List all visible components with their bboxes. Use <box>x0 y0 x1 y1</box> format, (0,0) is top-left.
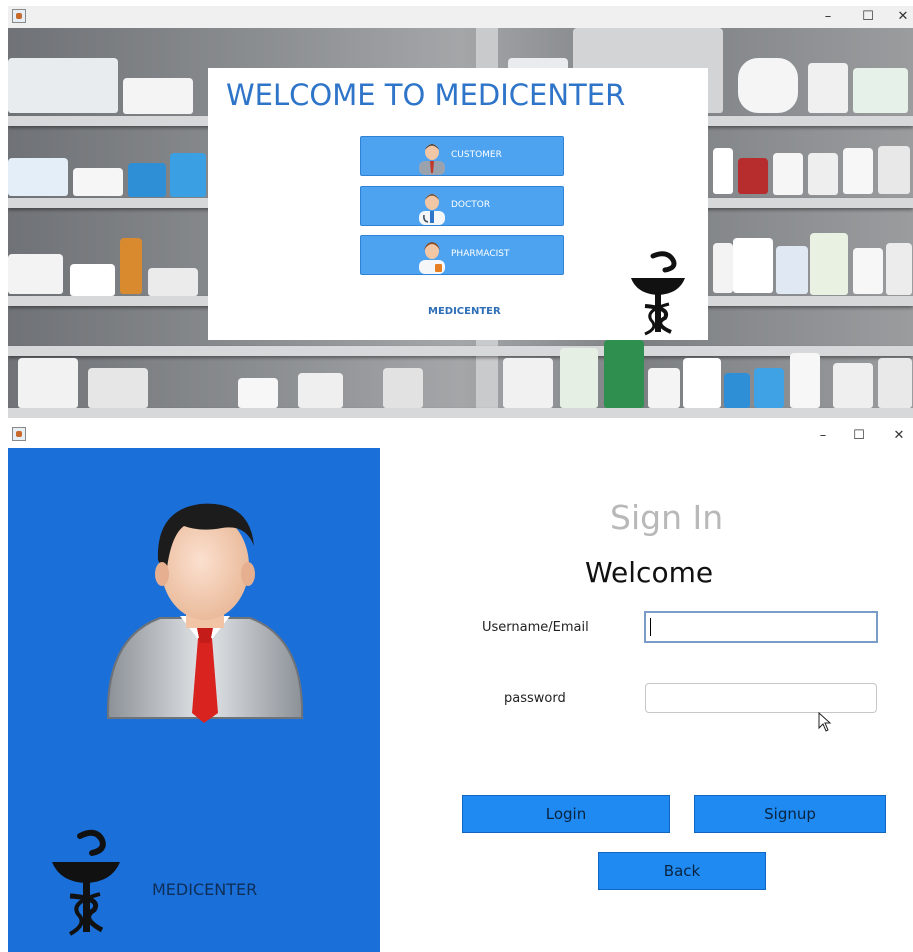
minimize-button[interactable]: – <box>813 7 843 27</box>
pharmacist-avatar-icon <box>419 242 445 274</box>
maximize-button[interactable]: ☐ <box>844 426 874 446</box>
text-caret <box>650 618 651 636</box>
pharmacy-background-image: WELCOME TO MEDICENTER CUSTOMER DOCTOR PH… <box>8 28 913 418</box>
close-button[interactable]: ✕ <box>884 426 913 446</box>
doctor-avatar-icon <box>419 194 445 225</box>
maximize-button[interactable]: ☐ <box>853 7 883 27</box>
welcome-title: WELCOME TO MEDICENTER <box>226 78 626 112</box>
doctor-label: DOCTOR <box>451 200 491 210</box>
java-app-icon <box>12 427 26 441</box>
java-app-icon <box>12 9 26 23</box>
title-bar: – ☐ ✕ <box>8 424 913 448</box>
doctor-button[interactable]: DOCTOR <box>360 186 564 226</box>
pharmacist-button[interactable]: PHARMACIST <box>360 235 564 275</box>
customer-label: CUSTOMER <box>451 150 502 160</box>
mouse-pointer-icon <box>818 712 832 732</box>
customer-button[interactable]: CUSTOMER <box>360 136 564 176</box>
signup-button[interactable]: Signup <box>694 795 886 833</box>
login-button[interactable]: Login <box>462 795 670 833</box>
brand-label: MEDICENTER <box>428 306 501 317</box>
bowl-of-hygieia-icon <box>52 829 120 936</box>
signin-title: Sign In <box>610 498 724 537</box>
welcome-panel: WELCOME TO MEDICENTER CUSTOMER DOCTOR PH… <box>208 68 708 340</box>
username-input[interactable] <box>644 611 878 643</box>
customer-avatar-icon <box>419 144 445 175</box>
password-label: password <box>504 691 566 706</box>
username-label: Username/Email <box>482 620 589 635</box>
brand-side-panel: MEDICENTER <box>8 448 380 952</box>
password-input[interactable] <box>645 683 877 713</box>
welcome-window: – ☐ ✕ WELCOME TO MEDICENTER CUSTOMER DOC… <box>8 6 913 418</box>
pharmacist-label: PHARMACIST <box>451 249 510 259</box>
title-bar: – ☐ ✕ <box>8 6 913 28</box>
welcome-heading: Welcome <box>585 556 714 589</box>
brand-label: MEDICENTER <box>152 880 258 899</box>
signin-window: – ☐ ✕ MEDICENTER Sign In Welcome Usernam… <box>8 424 913 952</box>
user-avatar-icon <box>106 503 304 723</box>
minimize-button[interactable]: – <box>808 426 838 446</box>
close-button[interactable]: ✕ <box>888 7 913 27</box>
bowl-of-hygieia-icon <box>631 251 685 336</box>
signin-form-panel: Sign In Welcome Username/Email password … <box>380 448 913 952</box>
back-button[interactable]: Back <box>598 852 766 890</box>
